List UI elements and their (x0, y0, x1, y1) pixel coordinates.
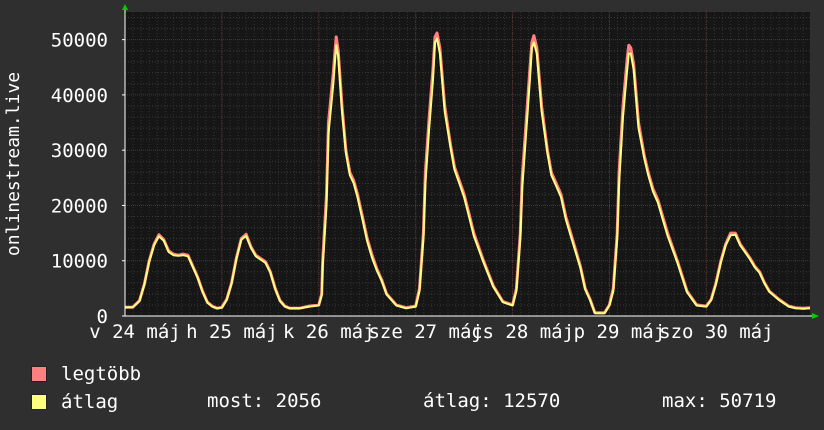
y-tick-label: 10000 (51, 251, 108, 273)
y-axis-label: onlinestream.live (3, 72, 24, 256)
x-tick-label: h 25 máj (186, 321, 278, 343)
y-tick-label: 30000 (51, 140, 108, 162)
x-tick-label: k 26 máj (283, 321, 375, 343)
legend-item-avg: átlag (31, 391, 118, 413)
x-tick-label: sze 27 máj (368, 321, 482, 343)
x-tick-label: szo 30 máj (659, 321, 773, 343)
stat-now: most: 2056 (207, 390, 322, 412)
x-tick-label: p 29 máj (574, 321, 666, 343)
y-tick-label: 20000 (51, 195, 108, 217)
plot-background (125, 12, 810, 316)
legend-item-max: legtöbb (31, 363, 141, 385)
stat-avg: átlag: 12570 (423, 390, 561, 412)
legend-label-avg: átlag (61, 391, 119, 413)
legend-swatch-max (31, 366, 47, 382)
y-tick-label: 40000 (51, 85, 108, 107)
y-axis-arrow (122, 4, 128, 10)
legend-label-max: legtöbb (61, 363, 142, 385)
legend-swatch-avg (31, 394, 47, 410)
stat-max: max: 50719 (662, 390, 777, 412)
x-tick-label: v 24 máj (89, 321, 181, 343)
x-axis-arrow (812, 313, 819, 319)
y-tick-label: 50000 (51, 30, 108, 52)
x-tick-label: cs 28 máj (471, 321, 574, 343)
